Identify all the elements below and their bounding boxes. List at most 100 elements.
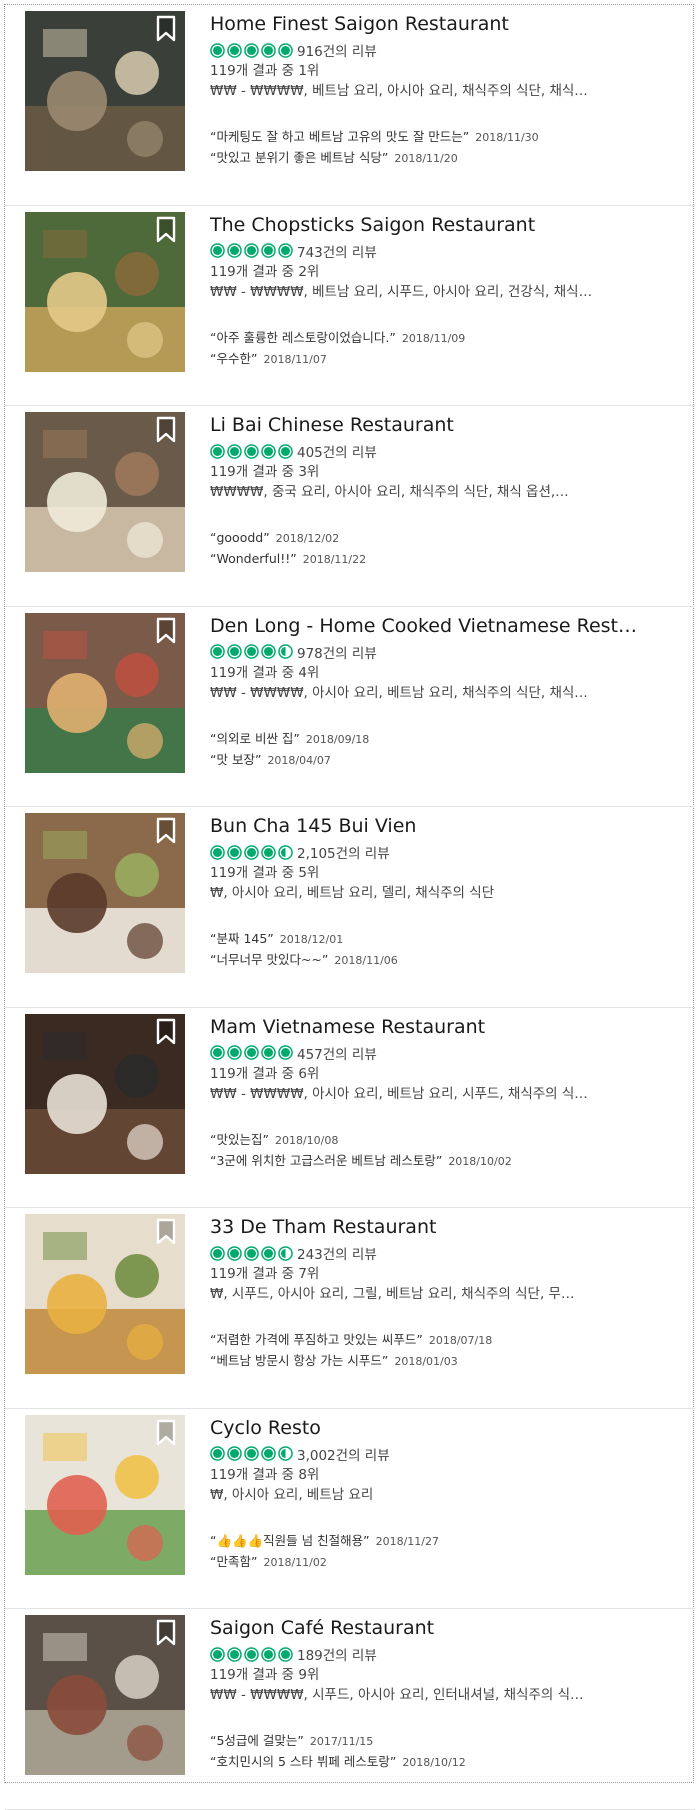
rating-bubble-full-icon (261, 1045, 276, 1060)
review-snippet: “맛 보장” 2018/04/07 (210, 750, 680, 771)
restaurant-name-link[interactable]: Den Long - Home Cooked Vietnamese Resta… (210, 614, 640, 638)
review-snippet-link[interactable]: “맛 보장” (210, 752, 261, 767)
review-snippet-link[interactable]: “gooodd” (210, 530, 270, 545)
price-cuisine-text: ₩₩₩₩, 중국 요리, 아시아 요리, 채식주의 식단, 채식 옵션,… (210, 484, 569, 500)
restaurant-name-link[interactable]: The Chopsticks Saigon Restaurant (210, 213, 640, 237)
restaurant-name-link[interactable]: 33 De Tham Restaurant (210, 1215, 640, 1239)
restaurant-photo[interactable] (25, 1013, 185, 1174)
restaurant-photo[interactable] (25, 1615, 185, 1775)
review-count-link[interactable]: 457건의 리뷰 (297, 1043, 377, 1063)
rating-bubble-full-icon (261, 644, 276, 659)
review-snippet-link[interactable]: “3군에 위치한 고급스러운 베트남 레스토랑” (210, 1153, 442, 1168)
price-cuisine-text: ₩, 아시아 요리, 베트남 요리 (210, 1486, 374, 1503)
ranking-text: 119개 결과 중 4위 (210, 664, 320, 681)
review-snippet-link[interactable]: “의외로 비싼 집” (210, 731, 300, 746)
review-count-link[interactable]: 189건의 리뷰 (297, 1644, 377, 1664)
restaurant-photo[interactable] (25, 1414, 185, 1575)
rating-bubble-full-icon (210, 1245, 225, 1261)
rating-bubble-full-icon (244, 443, 259, 459)
restaurant-photo[interactable] (25, 612, 185, 773)
restaurant-photo[interactable] (25, 1214, 185, 1374)
bookmark-icon[interactable] (155, 216, 181, 246)
restaurant-photo[interactable] (25, 11, 185, 171)
review-snippet-link[interactable]: “저렴한 가격에 푸짐하고 맛있는 씨푸드” (210, 1332, 423, 1347)
restaurant-info: Saigon Café Restaurant 189건의 리뷰 119개 결과 중 … (210, 1609, 680, 1769)
rating-bubble-full-icon (227, 1245, 242, 1261)
restaurant-card[interactable]: Cyclo Resto 3,002건의 리뷰 119개 결과 중 8위 ₩, 아시아 … (5, 1409, 695, 1609)
restaurant-list: Home Finest Saigon Restaurant 916건의 리뷰 119… (5, 5, 695, 1810)
review-date: 2018/12/01 (279, 933, 344, 946)
review-snippet-link[interactable]: “만족함” (210, 1554, 257, 1569)
review-date: 2018/11/06 (334, 954, 398, 967)
rating-row: 405건의 리뷰 (210, 441, 680, 461)
restaurant-card[interactable]: 33 De Tham Restaurant 243건의 리뷰 119개 결과 중 7… (5, 1208, 695, 1409)
review-snippet: “gooodd” 2018/12/02 (210, 528, 680, 549)
review-snippet-link[interactable]: “우수한” (210, 351, 257, 366)
review-snippet-link[interactable]: “👍👍👍직원들 넘 친절해용” (210, 1533, 370, 1548)
review-count-link[interactable]: 2,105건의 리뷰 (297, 842, 390, 862)
bookmark-icon[interactable] (155, 1218, 181, 1248)
restaurant-name-link[interactable]: Cyclo Resto (210, 1416, 640, 1440)
restaurant-photo[interactable] (25, 211, 185, 372)
restaurant-photo[interactable] (25, 813, 185, 973)
rating-bubble-full-icon (227, 844, 242, 860)
restaurant-info: The Chopsticks Saigon Restaurant 743건의 리뷰… (210, 206, 680, 366)
review-count-link[interactable]: 743건의 리뷰 (297, 241, 377, 261)
review-snippet-link[interactable]: “분짜 145” (210, 931, 274, 946)
rating-bubble-full-icon (244, 1045, 259, 1060)
rating-bubbles (210, 42, 293, 58)
review-snippet-link[interactable]: “베트남 방문시 항상 가는 시푸드” (210, 1353, 388, 1368)
rating-bubble-full-icon (261, 42, 276, 58)
review-snippet-link[interactable]: “5성급에 걸맞는” (210, 1733, 304, 1748)
review-snippet: “마케팅도 잘 하고 베트남 고유의 맛도 잘 만드는” 2018/11/30 (210, 127, 680, 148)
restaurant-card[interactable]: Home Finest Saigon Restaurant 916건의 리뷰 119… (5, 5, 695, 206)
bookmark-icon[interactable] (155, 1018, 181, 1048)
restaurant-name-link[interactable]: Li Bai Chinese Restaurant (210, 413, 640, 437)
restaurant-card[interactable]: Li Bai Chinese Restaurant 405건의 리뷰 119개 결과… (5, 406, 695, 607)
review-snippet-link[interactable]: “너무너무 맛있다~~” (210, 952, 328, 967)
rating-bubble-full-icon (244, 644, 259, 659)
review-snippet-link[interactable]: “맛있는집” (210, 1132, 269, 1147)
restaurant-card[interactable]: Saigon Café Restaurant 189건의 리뷰 119개 결과 중 … (5, 1609, 695, 1810)
restaurant-name-link[interactable]: Saigon Café Restaurant (210, 1616, 640, 1640)
restaurant-photo[interactable] (25, 412, 185, 572)
bookmark-icon[interactable] (155, 817, 181, 847)
restaurant-name-link[interactable]: Home Finest Saigon Restaurant (210, 12, 640, 36)
restaurant-card[interactable]: The Chopsticks Saigon Restaurant 743건의 리뷰… (5, 206, 695, 406)
bookmark-icon[interactable] (155, 416, 181, 446)
restaurant-card[interactable]: Bun Cha 145 Bui Vien 2,105건의 리뷰 119개 결과 중 … (5, 807, 695, 1008)
ranking-text: 119개 결과 중 3위 (210, 464, 320, 480)
review-snippet-link[interactable]: “맛있고 분위기 좋은 베트남 식당” (210, 150, 388, 165)
review-snippet-link[interactable]: “Wonderful!!” (210, 551, 297, 566)
review-count-link[interactable]: 405건의 리뷰 (297, 441, 377, 461)
review-snippet-link[interactable]: “아주 훌륭한 레스토랑이었습니다.” (210, 330, 396, 345)
review-snippet-link[interactable]: “호치민시의 5 스타 뷔페 레스토랑” (210, 1754, 396, 1769)
rating-bubble-full-icon (244, 1646, 259, 1662)
review-snippet-link[interactable]: “마케팅도 잘 하고 베트남 고유의 맛도 잘 만드는” (210, 129, 469, 144)
rating-bubbles (210, 443, 293, 459)
rating-bubble-full-icon (261, 443, 276, 459)
review-count-link[interactable]: 916건의 리뷰 (297, 40, 377, 60)
review-snippet: “3군에 위치한 고급스러운 베트남 레스토랑” 2018/10/02 (210, 1151, 680, 1172)
review-count-link[interactable]: 3,002건의 리뷰 (297, 1444, 390, 1464)
restaurant-name-link[interactable]: Bun Cha 145 Bui Vien (210, 814, 640, 838)
rating-bubble-half-icon (278, 844, 293, 860)
restaurant-name-link[interactable]: Mam Vietnamese Restaurant (210, 1015, 640, 1039)
bookmark-icon[interactable] (155, 1419, 181, 1449)
review-date: 2018/11/07 (263, 352, 327, 366)
price-cuisine-text: ₩₩ - ₩₩₩₩, 아시아 요리, 베트남 요리, 채식주의 식단, 채식… (210, 684, 588, 701)
review-date: 2018/01/03 (394, 1355, 458, 1368)
rating-bubble-full-icon (227, 42, 242, 58)
review-count-link[interactable]: 978건의 리뷰 (297, 642, 377, 662)
restaurant-info: Cyclo Resto 3,002건의 리뷰 119개 결과 중 8위 ₩, 아시아 … (210, 1409, 680, 1569)
bookmark-icon[interactable] (155, 15, 181, 45)
bookmark-icon[interactable] (155, 1619, 181, 1649)
rating-row: 457건의 리뷰 (210, 1043, 680, 1063)
rating-row: 189건의 리뷰 (210, 1644, 680, 1664)
restaurant-card[interactable]: Mam Vietnamese Restaurant 457건의 리뷰 119개 결과… (5, 1008, 695, 1208)
rating-bubble-full-icon (227, 644, 242, 659)
review-count-link[interactable]: 243건의 리뷰 (297, 1243, 377, 1263)
restaurant-card[interactable]: Den Long - Home Cooked Vietnamese Resta…… (5, 607, 695, 807)
bookmark-icon[interactable] (155, 617, 181, 647)
rating-bubble-full-icon (227, 1446, 242, 1461)
